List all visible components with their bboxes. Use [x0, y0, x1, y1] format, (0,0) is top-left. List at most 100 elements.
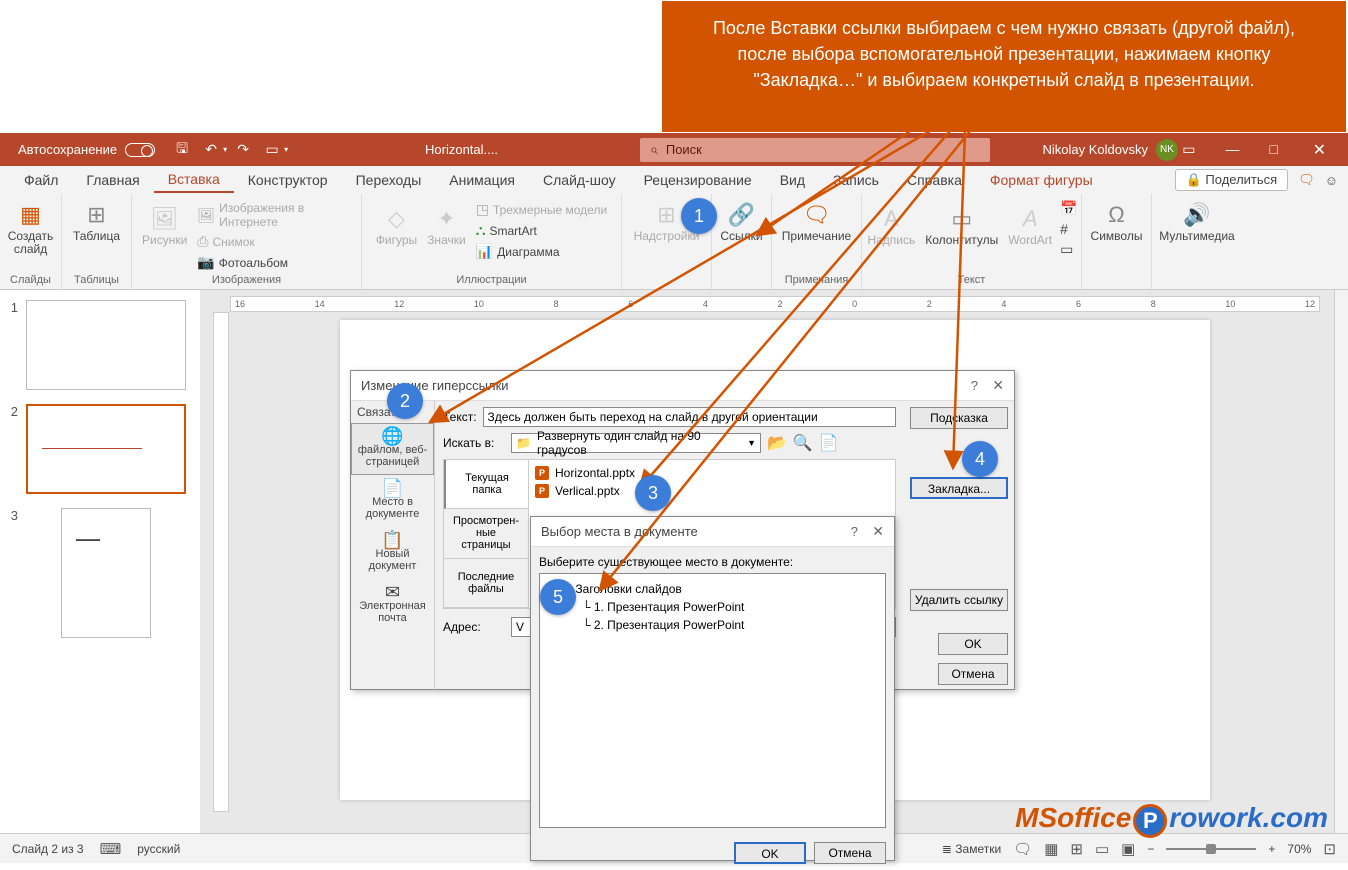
- dialog-help-icon[interactable]: ?: [971, 378, 978, 393]
- bookmark-button[interactable]: Закладка...: [910, 477, 1008, 499]
- slideshow-icon[interactable]: ▣: [1121, 840, 1135, 858]
- dlg2-cancel-button[interactable]: Отмена: [814, 842, 886, 864]
- search-placeholder: Поиск: [666, 142, 702, 157]
- maximize-icon[interactable]: □: [1270, 141, 1278, 158]
- textbox-button: AНадпись: [865, 200, 917, 249]
- file-item[interactable]: PHorizontal.pptx: [533, 464, 891, 482]
- zoom-in-icon[interactable]: +: [1268, 842, 1275, 856]
- save-icon[interactable]: 🖫: [169, 137, 195, 163]
- dlg2-ok-button[interactable]: OK: [734, 842, 806, 864]
- dialog2-close-icon[interactable]: ✕: [872, 523, 884, 540]
- tab-slideshow[interactable]: Слайд-шоу: [529, 168, 630, 192]
- dialog-close-icon[interactable]: ✕: [992, 377, 1004, 394]
- link-to-email[interactable]: ✉Электронная почта: [351, 579, 434, 631]
- media-button[interactable]: 🔊Мультимедиа: [1157, 196, 1236, 245]
- new-slide-button[interactable]: ▦Создать слайд: [6, 196, 56, 258]
- address-label: Адрес:: [443, 620, 505, 634]
- language-indicator[interactable]: русский: [137, 842, 180, 856]
- tree-slide-2[interactable]: └ 2. Презентация PowerPoint: [546, 616, 879, 634]
- remove-link-button[interactable]: Удалить ссылку: [910, 589, 1008, 611]
- ribbon-tabs: Файл Главная Вставка Конструктор Переход…: [0, 166, 1348, 194]
- display-text-input[interactable]: [483, 407, 896, 427]
- dlg1-ok-button[interactable]: OK: [938, 633, 1008, 655]
- slide-sorter-icon[interactable]: ⊞: [1070, 840, 1083, 858]
- tab-design[interactable]: Конструктор: [234, 168, 342, 192]
- tab-transitions[interactable]: Переходы: [342, 168, 436, 192]
- accessibility-icon[interactable]: ⌨: [100, 840, 122, 858]
- slide-thumbnail-2[interactable]: [26, 404, 186, 494]
- browse-web-icon[interactable]: 🔍: [793, 433, 813, 453]
- slide-counter[interactable]: Слайд 2 из 3: [12, 842, 84, 856]
- redo-icon[interactable]: ↷: [230, 137, 256, 163]
- undo-icon[interactable]: ↶: [198, 137, 224, 163]
- annotation-5: 5: [540, 579, 576, 615]
- table-button[interactable]: ⊞Таблица: [71, 196, 122, 245]
- tab-review[interactable]: Рецензирование: [630, 168, 766, 192]
- zoom-slider[interactable]: [1166, 848, 1256, 850]
- user-account[interactable]: Nikolay Koldovsky NK: [1043, 139, 1179, 161]
- start-from-beginning-icon[interactable]: ▭: [259, 137, 285, 163]
- file-item[interactable]: PVerlical.pptx: [533, 482, 891, 500]
- screentip-button[interactable]: Подсказка: [910, 407, 1008, 429]
- link-to-place[interactable]: 📄Место в документе: [351, 475, 434, 527]
- slide-thumbnail-1[interactable]: [26, 300, 186, 390]
- close-icon[interactable]: ✕: [1313, 140, 1326, 160]
- tab-insert[interactable]: Вставка: [154, 167, 234, 193]
- minimize-icon[interactable]: —: [1226, 141, 1240, 158]
- horizontal-ruler[interactable]: 161412108642024681012: [230, 296, 1320, 312]
- online-pictures-button: 🖼Изображения в Интернете: [195, 200, 353, 230]
- tab-help[interactable]: Справка: [893, 168, 976, 192]
- browsed-pages-tab[interactable]: Просмотрен- ные страницы: [444, 509, 528, 558]
- up-folder-icon[interactable]: 📂: [767, 433, 787, 453]
- fit-to-window-icon[interactable]: ⊡: [1323, 840, 1336, 858]
- tab-record[interactable]: Запись: [819, 168, 893, 192]
- recent-files-tab[interactable]: Последние файлы: [444, 559, 528, 608]
- tab-view[interactable]: Вид: [766, 168, 819, 192]
- tab-home[interactable]: Главная: [72, 168, 153, 192]
- dlg1-cancel-button[interactable]: Отмена: [938, 663, 1008, 685]
- links-button[interactable]: 🔗Ссылки: [718, 196, 764, 245]
- object-icon[interactable]: ▭: [1060, 241, 1077, 258]
- vertical-ruler[interactable]: [213, 312, 229, 812]
- zoom-out-icon[interactable]: −: [1147, 842, 1154, 856]
- link-to-file-web[interactable]: 🌐файлом, веб- страницей: [351, 423, 434, 475]
- comments-icon[interactable]: 🗨: [1013, 840, 1032, 858]
- slide-number-icon[interactable]: #: [1060, 221, 1077, 237]
- symbols-button[interactable]: ΩСимволы: [1089, 196, 1145, 245]
- autosave-toggle[interactable]: Автосохранение: [18, 142, 155, 157]
- dialog2-help-icon[interactable]: ?: [851, 524, 858, 539]
- right-scrollbar[interactable]: [1334, 290, 1348, 833]
- 3d-models-button: ◳Трехмерные модели: [474, 200, 609, 219]
- folder-dropdown[interactable]: 📁 Развернуть один слайд на 90 градусов ▼: [511, 433, 761, 453]
- date-time-icon[interactable]: 📅: [1060, 200, 1077, 217]
- search-box[interactable]: ⌕ Поиск: [640, 138, 990, 162]
- tab-animations[interactable]: Анимация: [435, 168, 529, 192]
- smartart-button[interactable]: ⛬SmartArt: [474, 221, 609, 240]
- slide-thumbnail-3[interactable]: ▬▬▬▬: [61, 508, 151, 638]
- comment-button[interactable]: 🗨Примечание: [780, 196, 853, 245]
- ribbon-display-icon[interactable]: ▭: [1182, 141, 1195, 158]
- zoom-level[interactable]: 70%: [1287, 842, 1311, 856]
- reading-view-icon[interactable]: ▭: [1095, 840, 1109, 858]
- header-footer-button[interactable]: ▭Колонтитулы: [923, 200, 1000, 249]
- annotation-3: 3: [635, 475, 671, 511]
- place-tree[interactable]: ⊟ Заголовки слайдов └ 1. Презентация Pow…: [539, 573, 886, 828]
- photo-album-button[interactable]: 📷Фотоальбом: [195, 253, 353, 272]
- notes-button[interactable]: ≣ Заметки: [942, 842, 1001, 856]
- feedback-icon[interactable]: ☺: [1325, 173, 1338, 188]
- tree-slide-1[interactable]: └ 1. Презентация PowerPoint: [546, 598, 879, 616]
- icons-button: ✦Значки: [425, 200, 468, 249]
- tree-root[interactable]: ⊟ Заголовки слайдов: [546, 580, 879, 598]
- link-to-new-doc[interactable]: 📋Новый документ: [351, 527, 434, 579]
- normal-view-icon[interactable]: ▦: [1044, 840, 1058, 858]
- tab-file[interactable]: Файл: [10, 168, 72, 192]
- current-folder-tab[interactable]: Текущая папка: [444, 460, 528, 509]
- text-label: Текст:: [443, 410, 477, 424]
- tab-format-shape[interactable]: Формат фигуры: [976, 168, 1107, 192]
- chart-button[interactable]: 📊Диаграмма: [474, 242, 609, 261]
- browse-file-icon[interactable]: 📄: [819, 433, 839, 453]
- pptx-icon: P: [535, 484, 549, 498]
- comments-pane-icon[interactable]: 🗨: [1298, 172, 1315, 188]
- link-to-panel: Связать с: 🌐файлом, веб- страницей 📄Мест…: [351, 401, 435, 691]
- share-button[interactable]: 🔒 Поделиться: [1175, 169, 1289, 191]
